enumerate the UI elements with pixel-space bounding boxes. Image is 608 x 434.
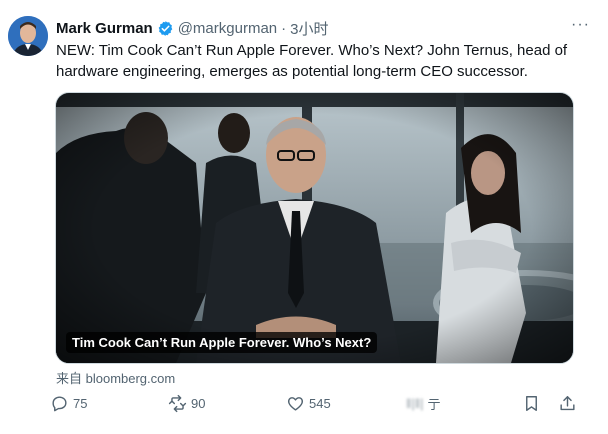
author-handle[interactable]: @markgurman <box>178 20 277 37</box>
separator-dot: · <box>281 19 287 37</box>
reply-button[interactable]: 75 <box>50 394 87 413</box>
author-name[interactable]: Mark Gurman <box>56 20 153 37</box>
bookmark-icon <box>526 396 537 411</box>
avatar-image <box>8 16 48 56</box>
retweet-button[interactable]: 90 <box>168 394 205 413</box>
retweet-icon <box>168 394 187 413</box>
views-button[interactable]: ‖|‖| 亍 <box>406 394 441 413</box>
tweet-timestamp[interactable]: 3小时 <box>290 18 328 39</box>
share-button[interactable] <box>558 394 581 413</box>
retweet-count: 90 <box>191 396 206 411</box>
like-count: 545 <box>309 396 331 411</box>
views-count: ‖|‖| <box>406 396 424 411</box>
heart-icon <box>287 397 304 411</box>
reply-icon <box>52 396 67 412</box>
tweet-actions: 75 90 545 ‖|‖| 亍 <box>50 394 596 420</box>
card-source-link[interactable]: 来自 bloomberg.com <box>56 368 175 387</box>
like-button[interactable]: 545 <box>286 394 331 413</box>
verified-badge-icon <box>158 20 173 36</box>
tweet-header: Mark Gurman @markgurman · 3小时 ··· <box>56 16 598 39</box>
tweet-text: NEW: Tim Cook Can’t Run Apple Forever. W… <box>56 42 568 80</box>
reply-count: 75 <box>73 396 88 411</box>
author-avatar[interactable] <box>8 16 48 56</box>
news-photo <box>56 93 573 363</box>
card-caption: Tim Cook Can’t Run Apple Forever. Who’s … <box>66 332 378 353</box>
more-options-icon[interactable]: ··· <box>571 16 590 34</box>
views-suffix: 亍 <box>427 397 441 412</box>
link-card-image[interactable]: Tim Cook Can’t Run Apple Forever. Who’s … <box>55 92 574 364</box>
bookmark-button[interactable] <box>522 394 545 413</box>
share-icon <box>560 396 575 411</box>
